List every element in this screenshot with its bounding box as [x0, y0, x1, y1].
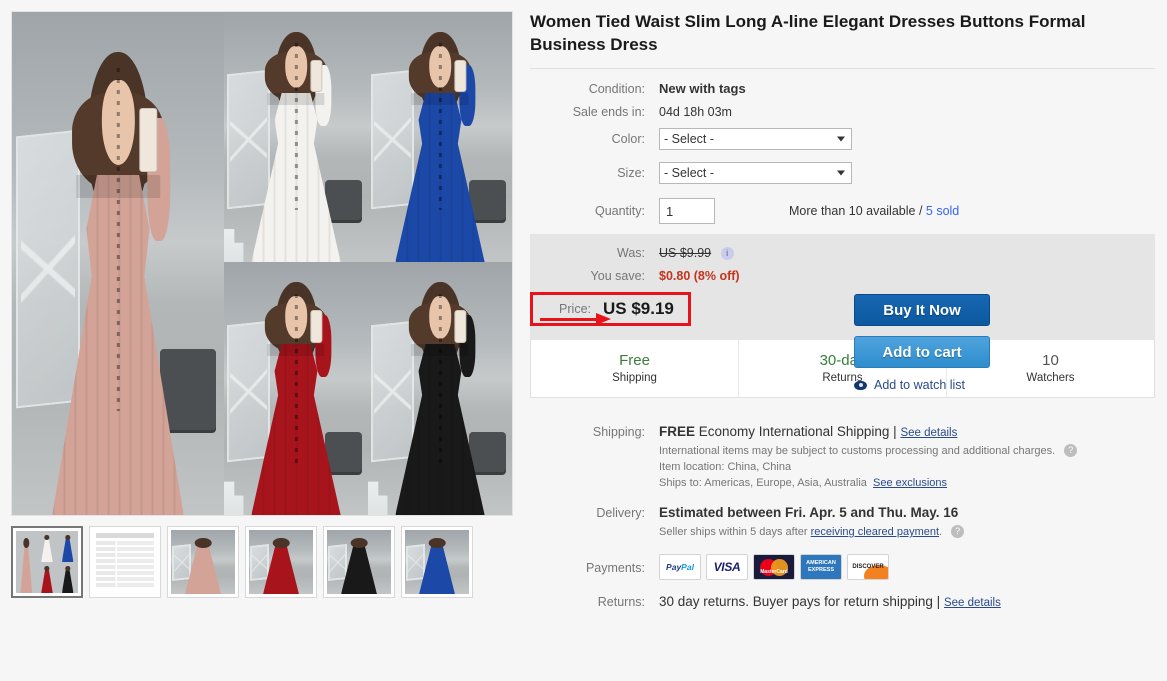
item-location-label: Item location:	[659, 461, 725, 473]
delivery-note-suffix: .	[939, 526, 943, 538]
returns-row: Returns: 30 day returns. Buyer pays for …	[530, 594, 1155, 613]
ships-to-label: Ships to:	[659, 477, 702, 489]
collage-cell-pink	[12, 12, 224, 515]
shipping-free: FREE	[659, 424, 696, 439]
paypal-icon[interactable]: Pay Pal	[659, 554, 701, 580]
returns-label: Returns:	[597, 595, 645, 609]
color-select[interactable]: - Select -	[659, 128, 852, 150]
collage-cell-white	[224, 12, 368, 262]
mastercard-icon[interactable]: MasterCard	[753, 554, 795, 580]
returns-see-details-link[interactable]: See details	[944, 597, 1001, 609]
shipping-method: Economy International Shipping	[698, 424, 890, 439]
thumbnail-black[interactable]	[323, 526, 395, 598]
visa-icon[interactable]: VISA	[706, 554, 748, 580]
discover-icon[interactable]: DISCOVER	[847, 554, 889, 580]
condition-value: New with tags	[659, 81, 746, 96]
thumbnail-pink[interactable]	[167, 526, 239, 598]
image-gallery	[11, 11, 513, 598]
shipping-see-details-link[interactable]: See details	[900, 427, 957, 439]
payments-row: Payments: Pay Pal VISA MasterCard AMERICA…	[530, 554, 1155, 580]
quantity-label: Quantity:	[594, 204, 645, 218]
thumbnail-size-chart[interactable]	[89, 526, 161, 598]
condition-row: Condition: New with tags	[530, 81, 1155, 96]
title-divider	[530, 68, 1155, 69]
action-buttons: Buy It Now Add to cart Add to watch list	[854, 294, 990, 392]
sale-ends-value: 04d 18h 03m	[659, 105, 732, 119]
shipping-customs-note: International items may be subject to cu…	[659, 445, 1056, 457]
info-icon[interactable]: i	[720, 247, 734, 260]
price-panel: Was: US $9.99 i You save: $0.80 (8% off)…	[530, 234, 1155, 392]
collage-cell-black	[368, 262, 512, 515]
thumbnail-strip	[11, 526, 511, 598]
question-mark-icon[interactable]: ?	[1064, 444, 1078, 457]
size-label: Size:	[617, 166, 645, 180]
shipping-separator: |	[893, 424, 897, 439]
sold-link[interactable]: 5 sold	[926, 204, 959, 218]
delivery-note-prefix: Seller ships within 5 days after	[659, 526, 811, 538]
product-details: Women Tied Waist Slim Long A-line Elegan…	[530, 10, 1155, 627]
quantity-row: Quantity: More than 10 available / 5 sol…	[530, 198, 1155, 224]
cleared-payment-link[interactable]: receiving cleared payment	[811, 526, 939, 538]
benefit-shipping: Free Shipping	[531, 340, 739, 397]
item-location-value: China, China	[727, 461, 792, 473]
thumbnail-blue[interactable]	[401, 526, 473, 598]
page-title: Women Tied Waist Slim Long A-line Elegan…	[530, 12, 1086, 54]
see-exclusions-link[interactable]: See exclusions	[873, 477, 947, 489]
delivery-estimate: Estimated between Fri. Apr. 5 and Thu. M…	[659, 505, 959, 520]
was-row: Was: US $9.99 i	[530, 246, 1155, 260]
purchase-info: Shipping: FREE Economy International Shi…	[530, 424, 1155, 613]
you-save-label: You save:	[590, 269, 645, 283]
delivery-row: Delivery: Estimated between Fri. Apr. 5 …	[530, 505, 1155, 540]
shipping-label: Shipping:	[592, 425, 645, 439]
amex-icon[interactable]: AMERICAN EXPRESS	[800, 554, 842, 580]
benefit-shipping-primary: Free	[619, 352, 650, 369]
quantity-input[interactable]	[659, 198, 715, 224]
add-to-watch-list-link[interactable]: Add to watch list	[854, 378, 990, 392]
payments-label: Payments:	[585, 560, 645, 575]
size-row: Size: - Select -	[530, 162, 1155, 184]
annotation-arrow	[540, 313, 614, 325]
availability-count: More than 10 available /	[789, 204, 926, 218]
you-save-value: $0.80 (8% off)	[659, 269, 740, 283]
returns-policy: 30 day returns. Buyer pays for return sh…	[659, 594, 933, 609]
price-row: Price: US $9.19	[530, 292, 1155, 326]
condition-label: Condition:	[588, 81, 645, 96]
was-label: Was:	[616, 246, 645, 260]
thumbnail-collage[interactable]	[11, 526, 83, 598]
collage-cell-blue	[368, 12, 512, 262]
ships-to-value: Americas, Europe, Asia, Australia	[704, 477, 867, 489]
size-select[interactable]: - Select -	[659, 162, 852, 184]
main-product-image[interactable]	[11, 11, 513, 516]
color-row: Color: - Select -	[530, 128, 1155, 150]
eye-icon	[854, 380, 867, 390]
shipping-row: Shipping: FREE Economy International Shi…	[530, 424, 1155, 491]
availability-text: More than 10 available / 5 sold	[789, 204, 959, 218]
color-label: Color:	[611, 132, 645, 146]
watch-list-label: Add to watch list	[874, 378, 966, 392]
benefits-strip: Free Shipping 30-day Returns 10 Watchers	[530, 340, 1155, 398]
returns-separator: |	[936, 594, 941, 609]
benefit-shipping-secondary: Shipping	[612, 372, 657, 384]
sale-ends-label: Sale ends in:	[572, 105, 645, 119]
product-listing-page: Women Tied Waist Slim Long A-line Elegan…	[0, 0, 1167, 681]
add-to-cart-button[interactable]: Add to cart	[854, 336, 990, 368]
collage-cell-red	[224, 262, 368, 515]
buy-it-now-button[interactable]: Buy It Now	[854, 294, 990, 326]
sale-ends-row: Sale ends in: 04d 18h 03m	[530, 105, 1155, 119]
thumbnail-red[interactable]	[245, 526, 317, 598]
was-value: US $9.99	[659, 246, 712, 260]
you-save-row: You save: $0.80 (8% off)	[530, 269, 1155, 283]
question-mark-icon[interactable]: ?	[951, 525, 965, 538]
delivery-label: Delivery:	[596, 506, 645, 520]
